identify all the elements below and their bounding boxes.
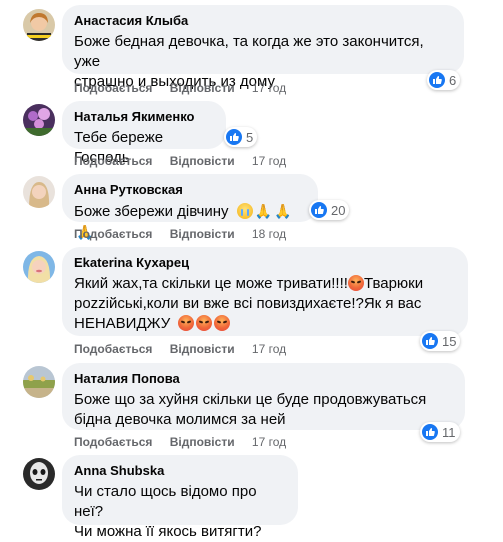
avatar[interactable] — [23, 366, 55, 398]
like-icon — [422, 424, 438, 440]
comment-text-line: Тварюки — [363, 275, 424, 292]
comment-text-line: Чи стало щось відомо про неї? — [74, 483, 257, 520]
reaction-count[interactable]: 15 — [420, 331, 461, 351]
like-link[interactable]: Подобається — [74, 80, 152, 96]
comment-author[interactable]: Анна Рутковская — [74, 182, 306, 198]
reaction-count[interactable]: 6 — [427, 70, 461, 90]
comment-author[interactable]: Наталья Якименко — [74, 109, 214, 125]
comment-author[interactable]: Наталия Попова — [74, 371, 453, 387]
reaction-count-label: 11 — [442, 424, 456, 440]
comment-actions: Подобається Відповісти 17 год — [74, 341, 286, 357]
angry-emoji-icon — [213, 315, 230, 331]
comment-timestamp[interactable]: 17 год — [252, 434, 286, 450]
like-icon — [311, 202, 327, 218]
avatar[interactable] — [23, 251, 55, 283]
praying-hands-icon: 🙏 — [274, 203, 292, 219]
like-icon — [429, 72, 445, 88]
reaction-count[interactable]: 5 — [224, 127, 258, 147]
comment-text-line: Боже збережи дівчину — [74, 203, 229, 220]
reply-link[interactable]: Відповісти — [170, 434, 235, 450]
comment-text-line: Боже бедная девочка, та когда же это зак… — [74, 33, 424, 70]
comment-bubble: Anna Shubska Чи стало щось відомо про не… — [62, 455, 298, 540]
reaction-count-label: 15 — [442, 333, 457, 349]
comment-timestamp[interactable]: 17 год — [252, 80, 286, 96]
comment-timestamp[interactable]: 18 год — [252, 226, 286, 242]
avatar[interactable] — [23, 176, 55, 208]
angry-emoji-icon — [347, 275, 364, 291]
comment-bubble: Наталья Якименко Тебе береже Господь — [62, 101, 226, 166]
comment-bubble: Наталия Попова Боже що за хуйня скільки … — [62, 363, 465, 430]
comment-text-line: бідна девочка молимся за ней — [74, 411, 286, 428]
crying-emoji-icon — [236, 203, 253, 219]
like-link[interactable]: Подобається — [74, 341, 152, 357]
reply-link[interactable]: Відповісти — [170, 153, 235, 169]
reply-link[interactable]: Відповісти — [170, 226, 235, 242]
comment-bubble: Ekaterina Кухарец Який жах,та скільки це… — [62, 247, 468, 336]
reaction-count-label: 6 — [449, 72, 457, 88]
reaction-count[interactable]: 20 — [309, 200, 350, 220]
avatar[interactable] — [23, 458, 55, 490]
comment-text-line: Чи можна її якось витягти? — [74, 523, 262, 540]
like-link[interactable]: Подобається — [74, 226, 152, 242]
like-link[interactable]: Подобається — [74, 434, 152, 450]
comment-actions: Подобається Відповісти 17 год — [74, 80, 286, 96]
reaction-count[interactable]: 11 — [420, 422, 460, 442]
comment-text: Боже що за хуйня скільки це буде продовж… — [74, 390, 453, 430]
reply-link[interactable]: Відповісти — [170, 341, 235, 357]
reaction-count-label: 20 — [331, 202, 346, 218]
comment-timestamp[interactable]: 17 год — [252, 341, 286, 357]
comment-bubble: Анастасия Клыба Боже бедная девочка, та … — [62, 5, 464, 90]
comment-timestamp[interactable]: 17 год — [252, 153, 286, 169]
like-icon — [226, 129, 242, 145]
comment-text-line: pozziйські,коли ви вже всі повиздихаєте!… — [74, 295, 422, 312]
praying-hands-icon: 🙏 — [254, 203, 273, 219]
comment-author[interactable]: Anna Shubska — [74, 463, 286, 479]
comment-bubble: Анна Рутковская Боже збережи дівчину 🙏 🙏🙏 — [62, 174, 318, 240]
comment-text-line: Який жах,та скільки це може тривати!!!! — [74, 275, 348, 292]
comment-actions: Подобається Відповісти 17 год — [74, 153, 286, 169]
like-icon — [422, 333, 438, 349]
comment-author[interactable]: Анастасия Клыба — [74, 13, 452, 29]
angry-emoji-icon — [177, 315, 194, 331]
comment-author[interactable]: Ekaterina Кухарец — [74, 255, 456, 271]
angry-emoji-icon — [195, 315, 212, 331]
avatar[interactable] — [23, 9, 55, 41]
comment-text: Який жах,та скільки це може тривати!!!! Т… — [74, 274, 456, 334]
comment-text-line: Боже що за хуйня скільки це буде продовж… — [74, 391, 427, 408]
comment-text-line: НЕНАВИДЖУ — [74, 315, 171, 332]
comment-actions: Подобається Відповісти 18 год — [74, 226, 286, 242]
reply-link[interactable]: Відповісти — [170, 80, 235, 96]
comment-actions: Подобається Відповісти 17 год — [74, 434, 286, 450]
comment-text: Чи стало щось відомо про неї? Чи можна ї… — [74, 482, 286, 542]
reaction-count-label: 5 — [246, 129, 254, 145]
avatar[interactable] — [23, 104, 55, 136]
like-link[interactable]: Подобається — [74, 153, 152, 169]
